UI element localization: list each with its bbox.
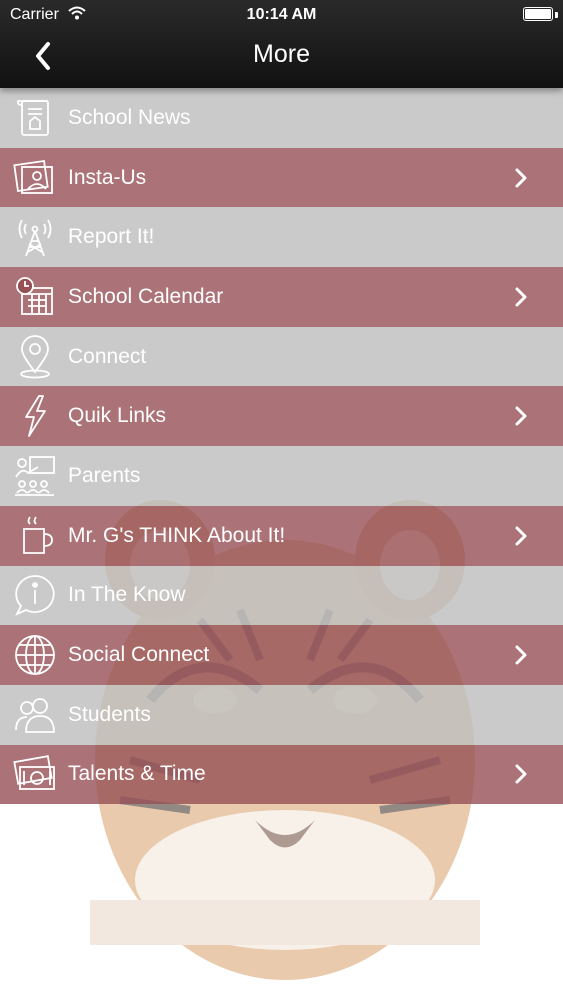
more-menu-list: School News Insta-Us Report It! School C… (0, 88, 563, 805)
menu-item-report-it[interactable]: Report It! (0, 207, 563, 268)
battery-icon (523, 7, 553, 21)
coffee-cup-icon (12, 513, 58, 559)
menu-item-connect[interactable]: Connect (0, 326, 563, 387)
menu-item-label: Report It! (68, 225, 155, 249)
menu-item-label: School Calendar (68, 284, 224, 308)
chevron-right-icon (515, 406, 527, 426)
menu-item-parents[interactable]: Parents (0, 446, 563, 506)
battery-tip (555, 12, 558, 18)
chevron-right-icon (515, 168, 527, 188)
scroll-icon (12, 95, 58, 141)
menu-item-school-calendar[interactable]: School Calendar (0, 267, 563, 327)
menu-item-label: Quik Links (68, 404, 167, 428)
menu-item-in-the-know[interactable]: In The Know (0, 565, 563, 626)
antenna-icon (12, 214, 58, 260)
menu-item-quik-links[interactable]: Quik Links (0, 386, 563, 447)
menu-item-students[interactable]: Students (0, 684, 563, 745)
menu-item-label: Parents (68, 463, 141, 487)
menu-item-label: Students (68, 702, 151, 726)
menu-item-label: Insta-Us (68, 165, 147, 189)
menu-item-label: Talents & Time (68, 762, 206, 786)
menu-item-social-connect[interactable]: Social Connect (0, 625, 563, 685)
chevron-right-icon (515, 526, 527, 546)
menu-item-think-about-it[interactable]: Mr. G's THINK About It! (0, 505, 563, 566)
calendar-icon (12, 274, 58, 320)
navigation-bar: Carrier 10:14 AM More (0, 0, 563, 88)
menu-item-label: Connect (68, 344, 147, 368)
chevron-right-icon (515, 287, 527, 307)
menu-item-label: School News (68, 105, 191, 129)
lightning-icon (12, 393, 58, 439)
menu-item-label: Social Connect (68, 643, 210, 667)
globe-icon (12, 632, 58, 678)
money-icon (12, 751, 58, 797)
menu-item-talents-and-time[interactable]: Talents & Time (0, 744, 563, 805)
classroom-icon (12, 453, 58, 499)
map-pin-icon (12, 334, 58, 380)
status-bar: Carrier 10:14 AM (0, 0, 563, 30)
status-time: 10:14 AM (246, 6, 317, 23)
menu-item-label: In The Know (68, 583, 186, 607)
chevron-right-icon (515, 645, 527, 665)
menu-item-insta-us[interactable]: Insta-Us (0, 147, 563, 208)
info-bubble-icon (12, 572, 58, 618)
menu-item-label: Mr. G's THINK About It! (68, 523, 286, 547)
menu-item-school-news[interactable]: School News (0, 88, 563, 148)
photos-icon (12, 155, 58, 201)
page-title: More (253, 40, 310, 68)
people-icon (12, 692, 58, 738)
chevron-right-icon (515, 764, 527, 784)
